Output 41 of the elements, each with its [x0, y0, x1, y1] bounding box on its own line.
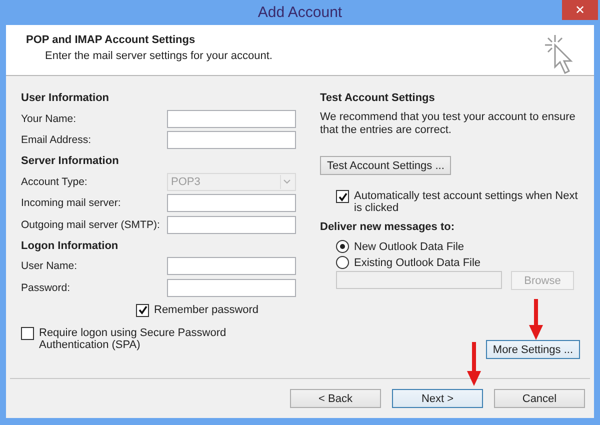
description-text: We recommend that you test your account to ensure that the entries are correct.	[320, 111, 576, 137]
input-field[interactable]	[167, 131, 296, 150]
section-heading: Test Account Settings	[320, 91, 436, 106]
footer-button[interactable]: Cancel	[494, 389, 585, 408]
field-label: User Name:	[21, 260, 78, 272]
checkbox-label: Remember password	[154, 304, 259, 316]
radio-label: New Outlook Data File	[354, 240, 464, 252]
radio-button[interactable]	[336, 256, 349, 269]
footer-button[interactable]: < Back	[290, 389, 381, 408]
footer-button[interactable]: Next >	[392, 389, 483, 408]
close-button[interactable]: ✕	[562, 0, 598, 20]
window-title: Add Account	[258, 4, 342, 21]
annotation-arrow	[529, 299, 543, 340]
radio-button[interactable]	[336, 240, 349, 253]
checkbox-label: Require logon using Secure Password Authentication (SPA)	[39, 326, 228, 350]
checkbox[interactable]	[21, 326, 34, 340]
input-field[interactable]	[167, 216, 296, 234]
field-label: Your Name:	[21, 112, 78, 125]
field-label: Email Address:	[21, 134, 92, 146]
section-heading: User Information	[21, 91, 110, 106]
page-title: POP and IMAP Account Settings	[26, 34, 196, 46]
field-label: Password:	[21, 282, 72, 294]
test-settings-button[interactable]: Test Account Settings ...	[320, 156, 452, 175]
input-field[interactable]	[167, 257, 296, 276]
section-heading: Logon Information	[21, 238, 120, 254]
annotation-arrow	[467, 342, 481, 386]
field-label: Incoming mail server:	[21, 197, 122, 210]
checkbox-label: Automatically test account settings when Next is clicked	[354, 190, 579, 214]
section-heading: Server Information	[21, 154, 120, 169]
page-subtitle: Enter the mail server settings for your account.	[45, 50, 272, 62]
more-settings-button[interactable]: More Settings ...	[486, 340, 580, 359]
field-label: Account Type:	[21, 176, 88, 188]
checkbox[interactable]	[336, 190, 349, 203]
input-field[interactable]	[167, 110, 296, 128]
file-path-field[interactable]	[336, 271, 502, 289]
checkbox[interactable]	[136, 304, 149, 316]
field-label: Outgoing mail server (SMTP):	[21, 218, 161, 231]
input-field[interactable]	[167, 194, 296, 212]
radio-label: Existing Outlook Data File	[354, 256, 481, 268]
input-field[interactable]	[167, 278, 296, 297]
section-heading: Deliver new messages to:	[320, 220, 456, 235]
